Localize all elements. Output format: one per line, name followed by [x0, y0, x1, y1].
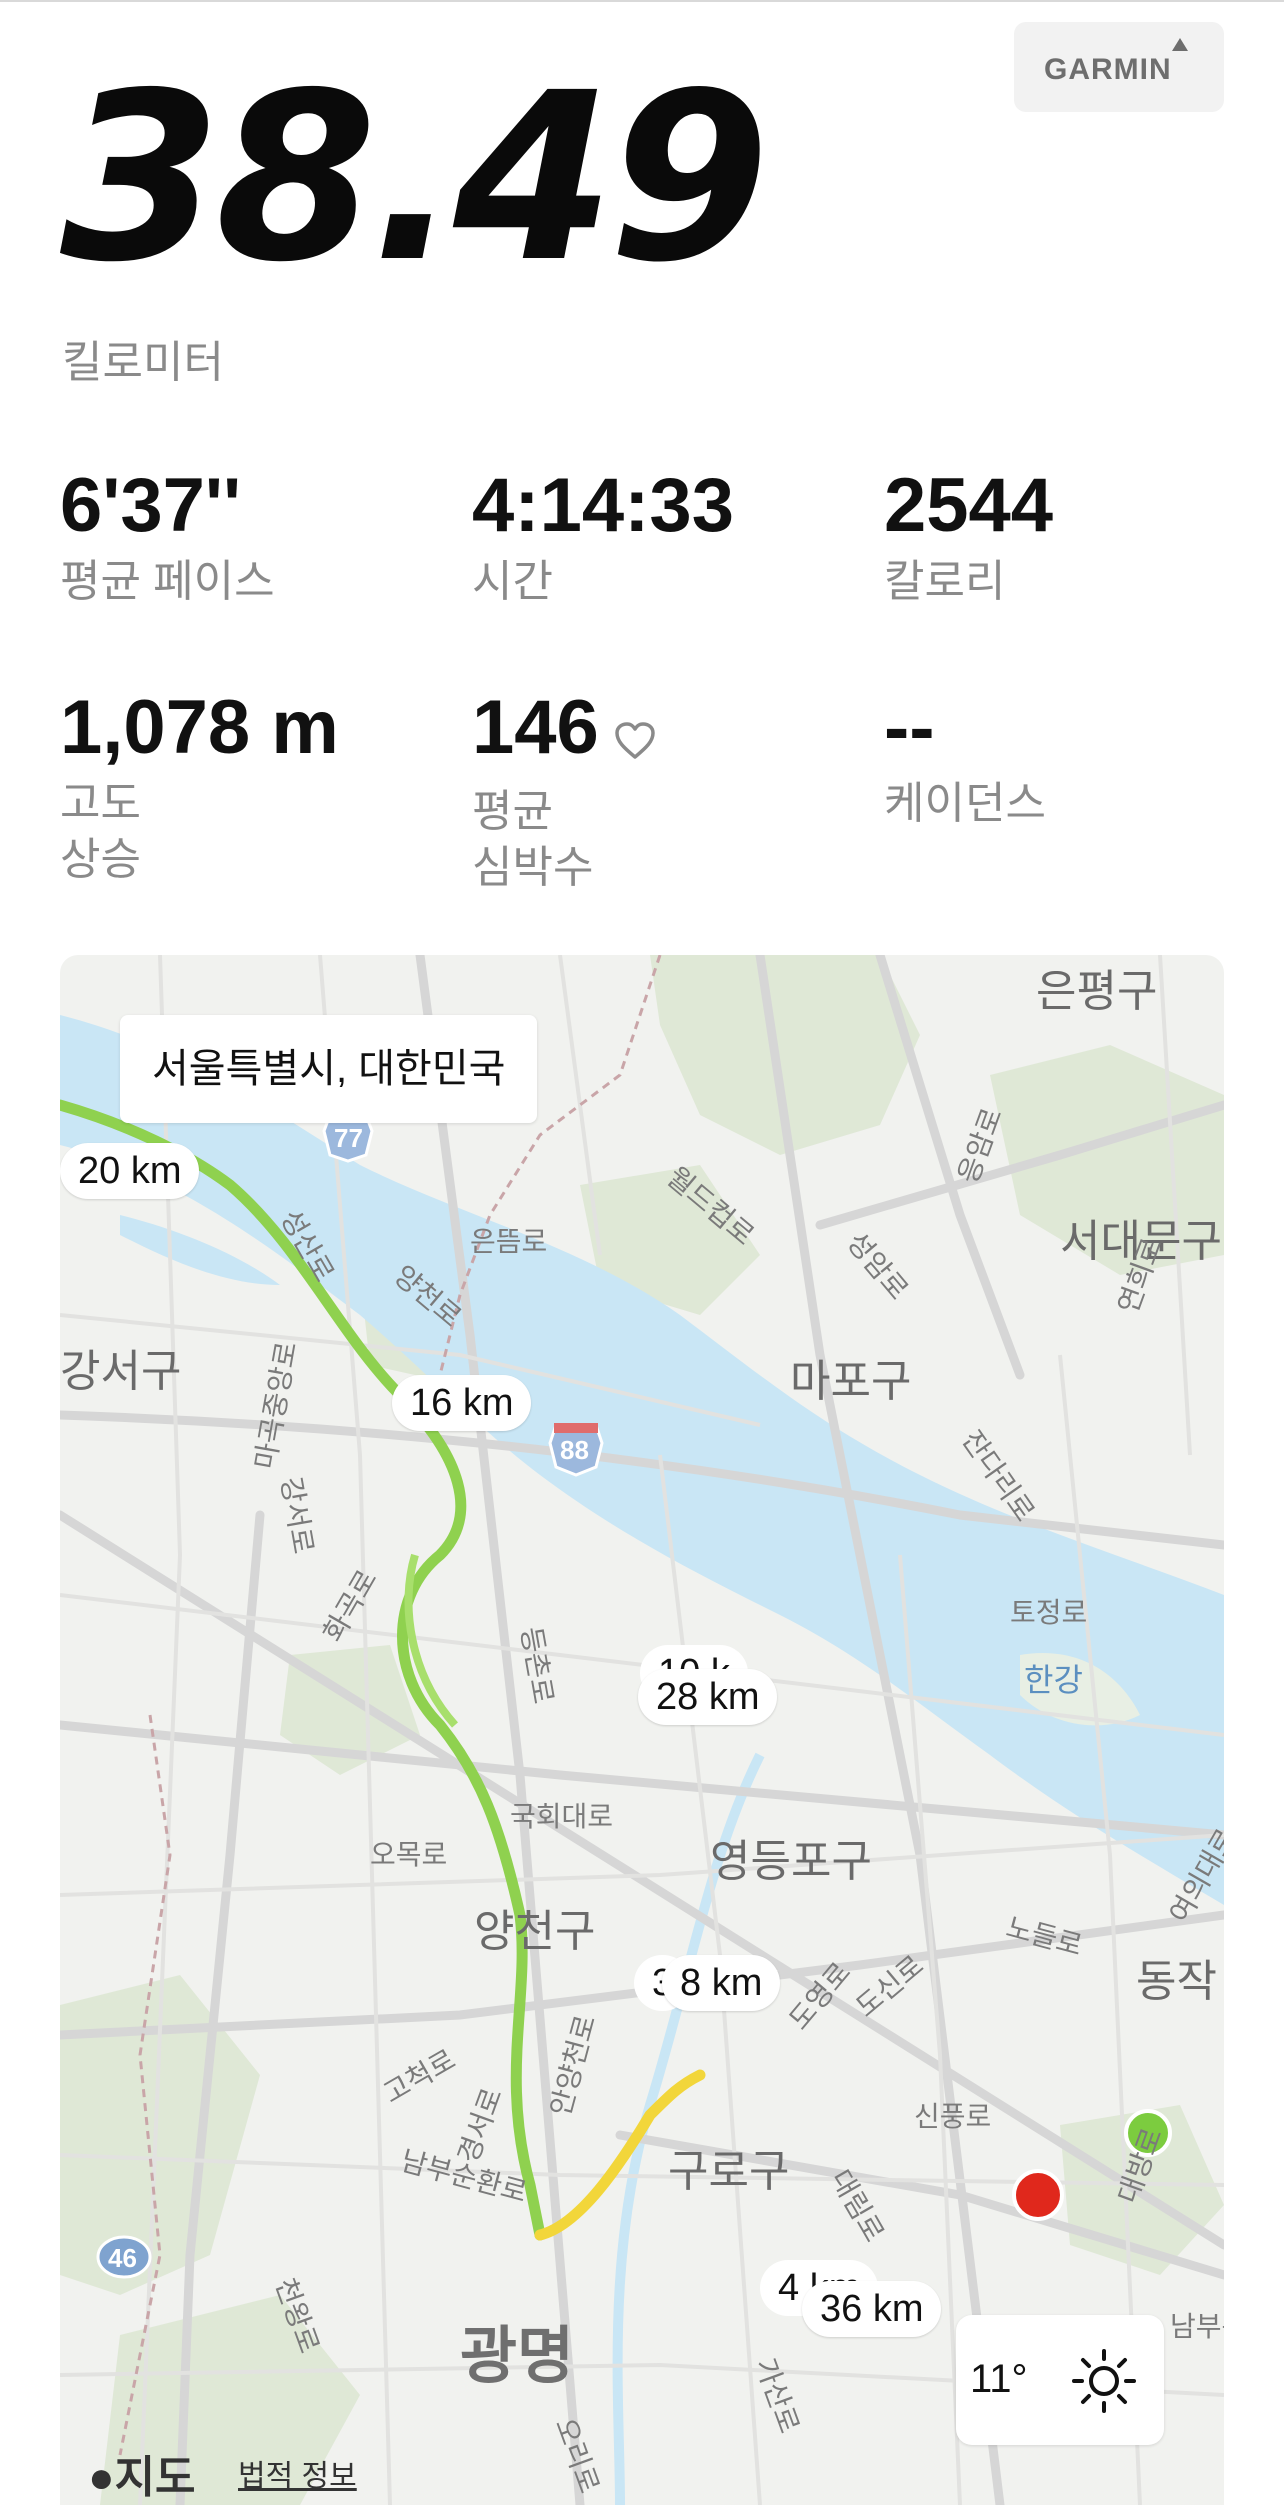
district-mapo: 마포구	[790, 1357, 912, 1406]
end-marker	[1012, 2169, 1064, 2221]
heart-rate-value: 146	[472, 685, 599, 770]
city-gwangmyeong: 광명	[460, 2322, 575, 2391]
shield-77-text: 77	[334, 1123, 363, 1153]
stat-elevation: 1,078 m 고도 상승	[60, 690, 339, 888]
distance-value: 38.49	[60, 43, 770, 313]
location-label: 서울특별시, 대한민국	[120, 1015, 538, 1123]
stat-time: 4:14:33 시간	[472, 468, 734, 610]
top-divider	[0, 0, 1284, 2]
garmin-logo-text: GARMIN	[1044, 53, 1172, 86]
legal-info-link[interactable]: 법적 정보	[238, 2451, 357, 2495]
road-label: 남부순환로	[1170, 2311, 1224, 2342]
shield-88-text: 88	[560, 1435, 589, 1465]
stat-pace: 6'37'' 평균 페이스	[60, 468, 275, 610]
time-value: 4:14:33	[472, 463, 734, 548]
road-label: 토정로	[1010, 1597, 1088, 1628]
road-label: 은뜸로	[470, 1226, 548, 1257]
stat-cadence: -- 케이던스	[884, 690, 1046, 832]
district-eunpyeong: 은평구	[1036, 967, 1158, 1016]
road-label: 국회대로	[510, 1801, 614, 1832]
heart-rate-row: 146	[472, 690, 657, 774]
shield-46-text: 46	[108, 2243, 137, 2273]
road-label: 오목로	[370, 1839, 448, 1870]
time-label: 시간	[472, 557, 553, 606]
map-base	[60, 955, 1224, 2505]
weather-widget[interactable]: 11°	[956, 2315, 1164, 2445]
cadence-value: --	[884, 685, 935, 770]
garmin-badge[interactable]: GARMIN	[1014, 22, 1224, 112]
road-label: 신풍로	[914, 2101, 992, 2132]
cadence-label: 케이던스	[884, 779, 1046, 828]
pace-value: 6'37''	[60, 463, 242, 548]
heart-rate-label-line2: 심박수	[472, 843, 594, 892]
district-yangcheon: 양천구	[474, 1907, 596, 1956]
maps-brand: ●지도	[88, 2441, 196, 2505]
stat-heart-rate: 146 평균 심박수	[472, 690, 657, 896]
calories-value: 2544	[884, 463, 1054, 548]
calories-label: 칼로리	[884, 557, 1006, 606]
elevation-label-line2: 상승	[60, 835, 141, 884]
km-marker-16: 16 km	[392, 1375, 532, 1431]
district-guro: 구로구	[668, 2147, 790, 2196]
sun-icon	[1068, 2345, 1140, 2422]
stat-calories: 2544 칼로리	[884, 468, 1053, 610]
garmin-triangle-icon	[1172, 38, 1188, 51]
route-map[interactable]: 77 88 46 은평구 서대문구 강서구 마포구 영등포구 양천구 구로구 동…	[60, 955, 1224, 2505]
district-yeongdeungpo: 영등포구	[710, 1837, 872, 1886]
temperature: 11°	[970, 2357, 1028, 2401]
km-marker-36: 36 km	[802, 2281, 942, 2337]
heart-rate-label-line1: 평균	[472, 787, 553, 836]
elevation-label-line1: 고도	[60, 779, 141, 828]
elevation-value: 1,078 m	[60, 685, 339, 770]
km-marker-20: 20 km	[60, 1143, 200, 1199]
km-marker-28: 28 km	[638, 1669, 778, 1725]
han-river-label: 한강	[1024, 1662, 1083, 1698]
distance-unit: 킬로미터	[62, 338, 224, 387]
district-gangseo: 강서구	[60, 1347, 182, 1396]
km-marker-8: 8 km	[662, 1955, 781, 2011]
heart-outline-icon	[613, 698, 657, 774]
apple-logo-icon: ●	[88, 2453, 115, 2502]
district-dongjak: 동작	[1136, 1957, 1217, 2006]
maps-brand-text: 지도	[114, 2453, 196, 2502]
pace-label: 평균 페이스	[60, 557, 275, 606]
